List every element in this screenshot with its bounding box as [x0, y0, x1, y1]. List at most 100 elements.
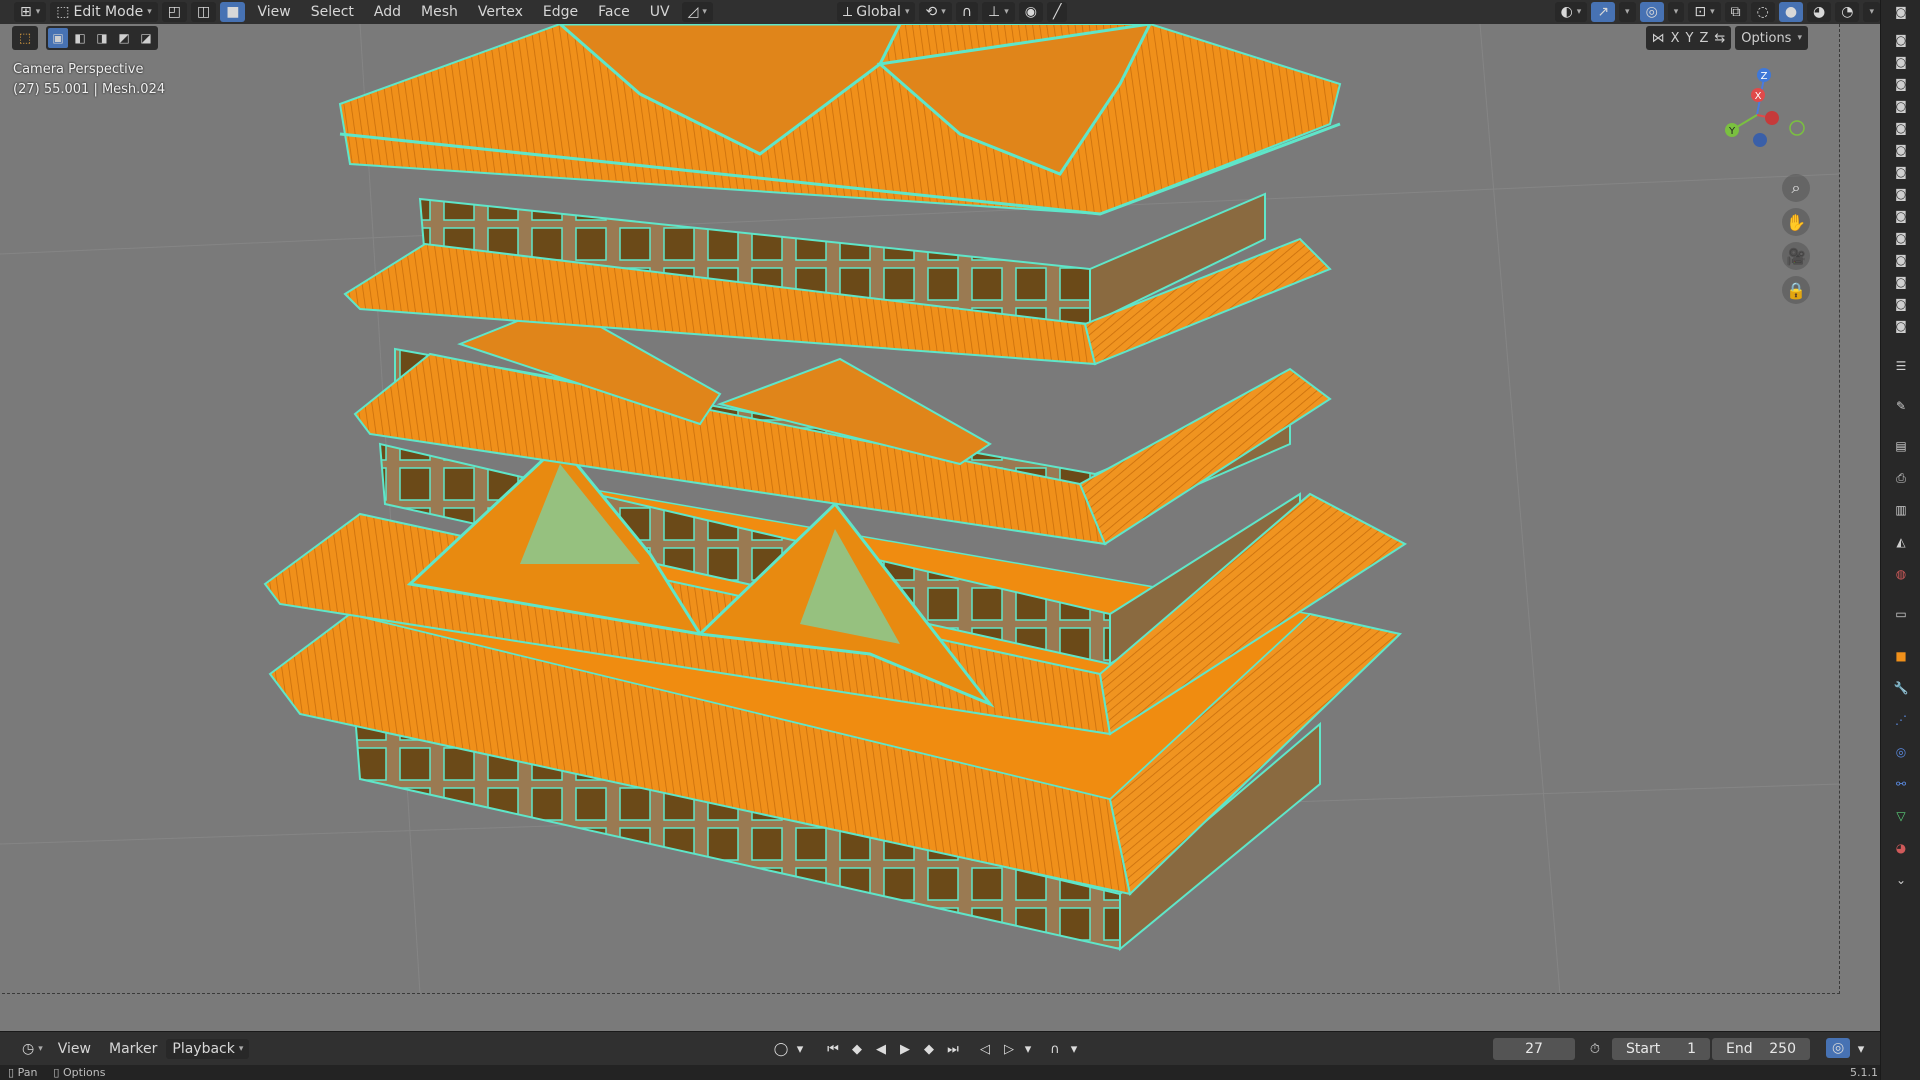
shading-rendered[interactable]: ◔ — [1835, 2, 1860, 22]
menu-select[interactable]: Select — [303, 2, 362, 22]
stopwatch-icon[interactable]: ⏱ — [1584, 1038, 1606, 1060]
material-icon[interactable]: ◕ — [1891, 838, 1911, 858]
select-intersect-icon[interactable]: ◪ — [136, 28, 156, 48]
outliner-camera-icon[interactable]: ◙ — [1891, 162, 1911, 182]
mesh-edit-overlays[interactable]: ⊡ ▾ — [1688, 2, 1721, 22]
prev-keyframe-icon[interactable]: ◆ — [846, 1038, 868, 1060]
next-frame-icon[interactable]: ▷ — [998, 1038, 1020, 1060]
tool-properties-icon[interactable]: ✎ — [1891, 396, 1911, 416]
snap-magnet-icon[interactable]: ∩ — [1044, 1038, 1066, 1060]
outliner-camera-icon[interactable]: ◙ — [1891, 228, 1911, 248]
falloff-button[interactable]: ╱ — [1046, 2, 1068, 22]
jump-start-icon[interactable]: ⏮ — [822, 1038, 844, 1060]
gizmo-neg-x[interactable] — [1765, 111, 1779, 125]
outliner-camera-icon[interactable]: ◙ — [1891, 2, 1911, 22]
outliner-camera-icon[interactable]: ◙ — [1891, 118, 1911, 138]
gizmo-neg-y[interactable] — [1789, 120, 1805, 136]
chevron-down-icon[interactable]: ▾ — [1850, 1038, 1872, 1060]
physics-icon[interactable]: ◎ — [1891, 742, 1911, 762]
collection-properties-icon[interactable]: ▭ — [1891, 604, 1911, 624]
outliner-camera-icon[interactable]: ◙ — [1891, 140, 1911, 160]
mirror-y-toggle[interactable]: Y — [1686, 31, 1694, 46]
mesh-data-icon[interactable]: ▽ — [1891, 806, 1911, 826]
scene-properties-icon[interactable]: ◭ — [1891, 532, 1911, 552]
shading-solid[interactable]: ● — [1778, 2, 1804, 22]
options-dropdown[interactable]: Options ▾ — [1735, 26, 1808, 50]
menu-view[interactable]: View — [249, 2, 298, 22]
chevron-down-icon[interactable]: ▾ — [1022, 1038, 1034, 1060]
xray-toggle[interactable]: ⧉ — [1724, 2, 1747, 22]
outliner-camera-icon[interactable]: ◙ — [1891, 96, 1911, 116]
overlays-options[interactable]: ▾ — [1667, 2, 1685, 22]
select-difference-icon[interactable]: ◩ — [114, 28, 134, 48]
3d-viewport[interactable]: ⬚ ▣ ◧ ◨ ◩ ◪ Camera Perspective (27) 55.0… — [0, 24, 1880, 1031]
play-reverse-icon[interactable]: ◀ — [870, 1038, 892, 1060]
mirror-z-toggle[interactable]: Z — [1699, 31, 1708, 46]
lock-icon[interactable]: 🔒 — [1782, 276, 1810, 304]
start-frame-field[interactable]: Start 1 — [1612, 1038, 1710, 1060]
world-properties-icon[interactable]: ◍ — [1891, 564, 1911, 584]
prev-frame-icon[interactable]: ◁ — [974, 1038, 996, 1060]
modifier-wrench-icon[interactable]: 🔧 — [1891, 678, 1911, 698]
outliner-camera-icon[interactable]: ◙ — [1891, 206, 1911, 226]
menu-vertex[interactable]: Vertex — [470, 2, 531, 22]
menu-edge[interactable]: Edge — [535, 2, 586, 22]
select-extend-icon[interactable]: ◧ — [70, 28, 90, 48]
shading-wireframe[interactable]: ◌ — [1750, 2, 1775, 22]
menu-mesh[interactable]: Mesh — [413, 2, 466, 22]
outliner-camera-icon[interactable]: ◙ — [1891, 316, 1911, 336]
menu-uv[interactable]: UV — [642, 2, 678, 22]
play-icon[interactable]: ▶ — [894, 1038, 916, 1060]
view-layer-icon[interactable]: ▥ — [1891, 500, 1911, 520]
menu-face[interactable]: Face — [590, 2, 638, 22]
current-frame-field[interactable]: 27 — [1493, 1038, 1575, 1060]
pan-hand-icon[interactable]: ✋ — [1782, 208, 1810, 236]
menu-add[interactable]: Add — [366, 2, 409, 22]
outliner-camera-icon[interactable]: ◙ — [1891, 272, 1911, 292]
auto-key-icon[interactable]: ◯ — [770, 1038, 792, 1060]
next-keyframe-icon[interactable]: ◆ — [918, 1038, 940, 1060]
select-mode-vertex[interactable]: ◰ — [161, 2, 187, 22]
timeline-menu-playback[interactable]: Playback ▾ — [166, 1038, 250, 1059]
end-frame-field[interactable]: End 250 — [1712, 1038, 1810, 1060]
gizmo-options[interactable]: ▾ — [1619, 2, 1636, 22]
mirror-x-toggle[interactable]: X — [1671, 31, 1680, 46]
outliner-camera-icon[interactable]: ◙ — [1891, 30, 1911, 50]
shading-material[interactable]: ◕ — [1807, 2, 1832, 22]
outliner-camera-icon[interactable]: ◙ — [1891, 184, 1911, 204]
timeline-overlays-toggle[interactable]: ◎ — [1826, 1038, 1851, 1058]
camera-view-icon[interactable]: 🎥 — [1782, 242, 1810, 270]
gizmo-neg-z[interactable] — [1753, 133, 1767, 147]
timeline-editor-type[interactable]: ◷ ▾ — [16, 1039, 49, 1059]
outliner-camera-icon[interactable]: ◙ — [1891, 250, 1911, 270]
properties-menu-icon[interactable]: ☰ — [1891, 356, 1911, 376]
gizmo-toggle[interactable]: ↗ — [1591, 2, 1616, 22]
uv-options-button[interactable]: ◿ ▾ — [681, 2, 713, 22]
object-properties-icon[interactable]: ■ — [1891, 646, 1911, 666]
timeline-menu-view[interactable]: View — [49, 1041, 100, 1057]
overlays-toggle[interactable]: ◎ — [1639, 2, 1664, 22]
select-mode-edge[interactable]: ◫ — [190, 2, 217, 22]
timeline-menu-marker[interactable]: Marker — [100, 1041, 166, 1057]
pivot-point-button[interactable]: ⟲ ▾ — [919, 2, 952, 22]
mode-selector[interactable]: ⬚ Edit Mode ▾ — [50, 2, 158, 22]
zoom-icon[interactable]: ⌕ — [1782, 174, 1810, 202]
select-new-icon[interactable]: ▣ — [48, 28, 68, 48]
render-properties-icon[interactable]: ▤ — [1891, 436, 1911, 456]
output-properties-icon[interactable]: ⎙ — [1891, 468, 1911, 488]
snap-toggle[interactable]: ∩ — [955, 2, 978, 22]
particles-icon[interactable]: ⋰ — [1891, 710, 1911, 730]
texture-icon[interactable]: ⌄ — [1891, 870, 1911, 890]
shading-options[interactable]: ▾ — [1863, 2, 1880, 22]
jump-end-icon[interactable]: ⏭ — [942, 1038, 964, 1060]
proportional-edit-toggle[interactable]: ◉ — [1018, 2, 1043, 22]
chevron-down-icon[interactable]: ▾ — [1068, 1038, 1080, 1060]
chevron-down-icon[interactable]: ▾ — [794, 1038, 806, 1060]
select-mode-face[interactable]: ■ — [220, 2, 246, 22]
outliner-camera-icon[interactable]: ◙ — [1891, 74, 1911, 94]
view-object-types-button[interactable]: ◐ ▾ — [1554, 2, 1588, 22]
outliner-camera-icon[interactable]: ◙ — [1891, 294, 1911, 314]
navigation-gizmo[interactable]: Z X Y — [1702, 60, 1812, 170]
select-tool-button[interactable]: ⬚ — [12, 26, 38, 50]
constraints-icon[interactable]: ⚯ — [1891, 774, 1911, 794]
